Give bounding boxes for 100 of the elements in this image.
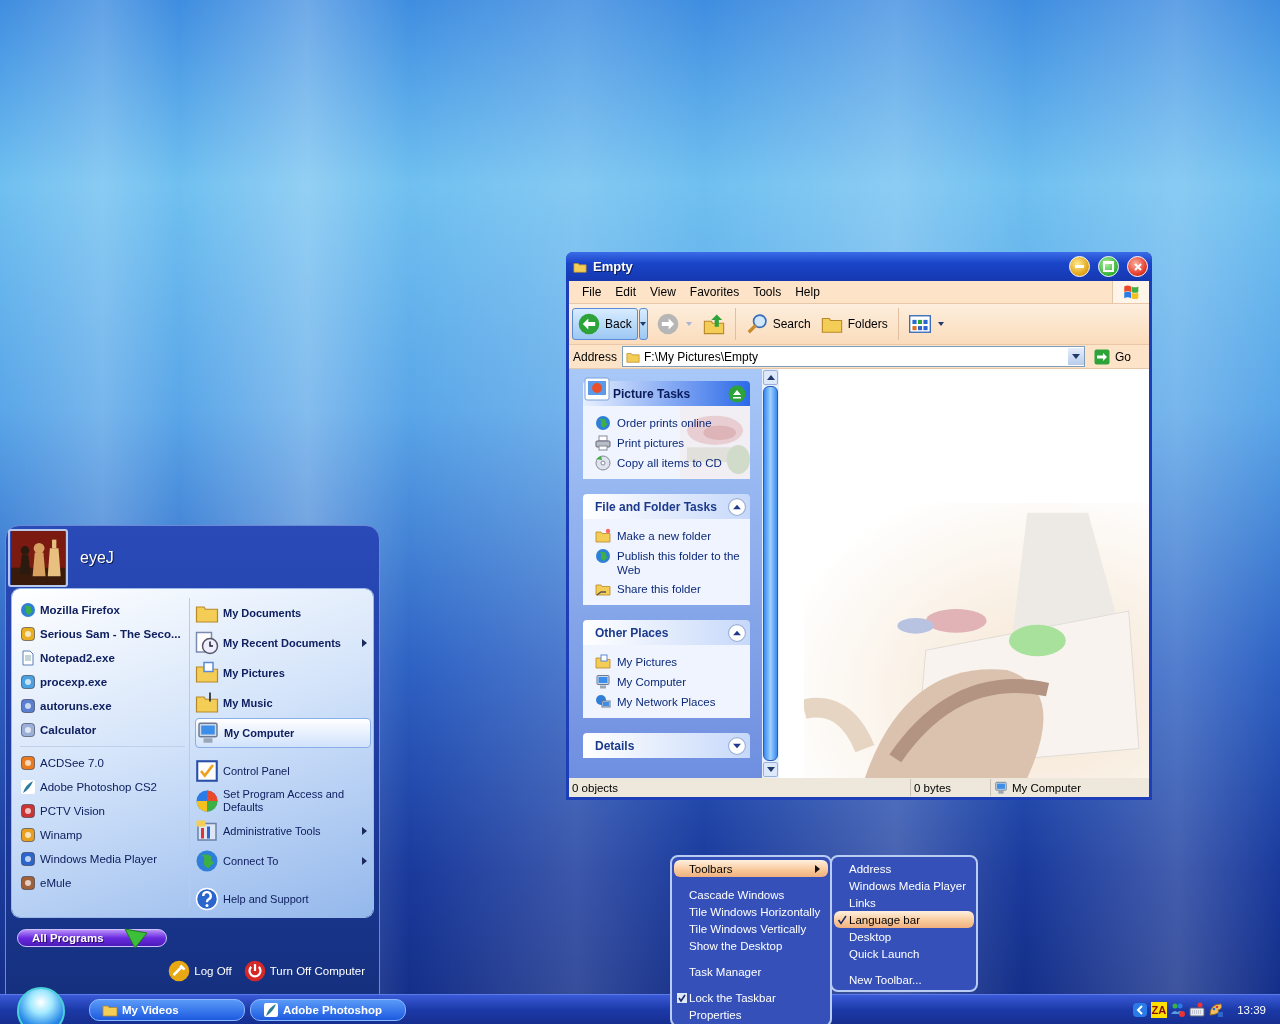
tray-badge[interactable]: ZA xyxy=(1150,1001,1168,1018)
menu-item[interactable]: New Toolbar... xyxy=(834,971,974,988)
taskbar-button[interactable]: My Videos xyxy=(89,998,245,1021)
caret-icon xyxy=(766,375,775,380)
places-item[interactable]: My Music xyxy=(195,688,371,718)
task-link[interactable]: Share this folder xyxy=(617,581,701,596)
address-field[interactable]: F:\My Pictures\Empty xyxy=(622,346,1085,367)
menu-item[interactable]: Tile Windows Horizontally xyxy=(674,903,828,920)
menu-item[interactable]: Lock the Taskbar xyxy=(674,989,828,1006)
task-link[interactable]: My Pictures xyxy=(617,654,678,669)
search-icon xyxy=(745,313,768,335)
dropdown-button[interactable] xyxy=(1068,348,1084,365)
go-button[interactable]: Go xyxy=(1090,348,1145,365)
printer-icon xyxy=(595,435,611,451)
menu-item[interactable]: Task Manager xyxy=(674,963,828,980)
minimize-button[interactable] xyxy=(1069,256,1090,277)
task-link[interactable]: Publish this folder to the Web xyxy=(617,548,744,577)
task-link[interactable]: Make a new folder xyxy=(617,528,711,543)
pie-icon xyxy=(195,789,219,813)
computer-icon xyxy=(595,674,611,690)
close-button[interactable] xyxy=(1127,256,1148,277)
menu-item[interactable]: Desktop xyxy=(834,928,974,945)
recent-program[interactable]: Winamp xyxy=(20,823,185,847)
places-item[interactable]: My Pictures xyxy=(195,658,371,688)
app-icon xyxy=(20,755,36,771)
recent-program[interactable]: Windows Media Player xyxy=(20,847,185,871)
places-item[interactable]: My Recent Documents xyxy=(195,628,371,658)
search-button[interactable]: Search xyxy=(740,308,816,340)
menu-item[interactable]: View xyxy=(643,285,683,299)
dropdown-arrow-icon xyxy=(937,322,944,326)
task-link[interactable]: My Network Places xyxy=(617,694,716,709)
scroll-up-button[interactable] xyxy=(763,370,778,385)
panel-header[interactable]: Other Places xyxy=(583,620,750,645)
computer-icon xyxy=(196,721,220,745)
menu-item[interactable]: Help xyxy=(788,285,827,299)
menu-item[interactable]: Links xyxy=(834,894,974,911)
menu-item[interactable]: Windows Media Player xyxy=(834,877,974,894)
system-item[interactable]: Set Program Access and Defaults xyxy=(195,786,371,816)
pinned-program[interactable]: procexp.exe xyxy=(20,670,185,694)
folders-button[interactable]: Folders xyxy=(815,308,893,340)
panel-header[interactable]: Details xyxy=(583,733,750,758)
task-link[interactable]: Copy all items to CD xyxy=(617,455,722,470)
scroll-down-button[interactable] xyxy=(763,762,778,777)
pinned-program[interactable]: Calculator xyxy=(20,718,185,742)
dropdown-arrow-icon xyxy=(685,322,692,326)
palette-icon[interactable] xyxy=(1208,1001,1225,1018)
forward-icon xyxy=(656,313,679,335)
task-link[interactable]: Order prints online xyxy=(617,415,712,430)
menu-item[interactable]: Edit xyxy=(608,285,644,299)
turn-off-button[interactable]: Turn Off Computer xyxy=(243,960,365,982)
new-folder-icon xyxy=(595,528,611,544)
menu-item[interactable]: Tools xyxy=(746,285,789,299)
window-title: Empty xyxy=(593,259,633,274)
back-button[interactable]: Back xyxy=(572,308,638,340)
panel-header[interactable]: File and Folder Tasks xyxy=(583,494,750,519)
keyboard-icon[interactable] xyxy=(1189,1001,1206,1018)
menu-item[interactable]: Tile Windows Vertically xyxy=(674,920,828,937)
scrollbar[interactable] xyxy=(762,369,779,778)
menu-item[interactable]: Address xyxy=(834,860,974,877)
recent-program[interactable]: eMule xyxy=(20,871,185,895)
recent-program[interactable]: ACDSee 7.0 xyxy=(20,751,185,775)
system-item[interactable]: Control Panel xyxy=(195,756,371,786)
app-icon xyxy=(20,827,36,843)
menu-item[interactable]: Quick Launch xyxy=(834,945,974,962)
menu-item[interactable]: Toolbars xyxy=(674,860,828,877)
menu-item[interactable]: Language bar xyxy=(834,911,974,928)
start-button[interactable] xyxy=(17,987,65,1024)
recent-program[interactable]: Adobe Photoshop CS2 xyxy=(20,775,185,799)
system-item[interactable]: Connect To xyxy=(195,846,371,876)
photo-icon xyxy=(595,654,611,670)
address-label: Address xyxy=(573,349,618,364)
music-folder-icon xyxy=(195,691,219,715)
people-icon[interactable] xyxy=(1170,1001,1187,1018)
system-item[interactable]: Administrative Tools xyxy=(195,816,371,846)
maximize-button[interactable] xyxy=(1098,256,1119,277)
all-programs-button[interactable]: All Programs xyxy=(17,929,167,947)
pinned-program[interactable]: autoruns.exe xyxy=(20,694,185,718)
caret-icon xyxy=(640,322,647,326)
menu-item[interactable]: Properties xyxy=(674,1006,828,1023)
app-icon xyxy=(20,722,36,738)
menu-item[interactable]: Favorites xyxy=(682,285,747,299)
pinned-program[interactable]: Serious Sam - The Seco... xyxy=(20,622,185,646)
back-dropdown-button[interactable] xyxy=(638,308,648,340)
pinned-program[interactable]: Mozilla Firefox xyxy=(20,598,185,622)
menu-item[interactable]: File xyxy=(575,285,609,299)
places-item[interactable]: My Computer xyxy=(195,718,371,748)
menu-item[interactable]: Show the Desktop xyxy=(674,937,828,954)
recent-program[interactable]: PCTV Vision xyxy=(20,799,185,823)
task-link[interactable]: Print pictures xyxy=(617,435,685,450)
help-item[interactable]: Help and Support xyxy=(195,884,371,914)
pinned-program[interactable]: Notepad2.exe xyxy=(20,646,185,670)
scroll-thumb[interactable] xyxy=(763,386,778,761)
places-item[interactable]: My Documents xyxy=(195,598,371,628)
folder-up-icon xyxy=(702,313,725,335)
task-link[interactable]: My Computer xyxy=(617,674,687,689)
log-off-button[interactable]: Log Off xyxy=(168,960,232,982)
disc-icon xyxy=(595,455,611,471)
menu-item[interactable]: Cascade Windows xyxy=(674,886,828,903)
globe-icon xyxy=(595,548,611,564)
taskbar-button[interactable]: Adobe Photoshop xyxy=(250,998,406,1021)
